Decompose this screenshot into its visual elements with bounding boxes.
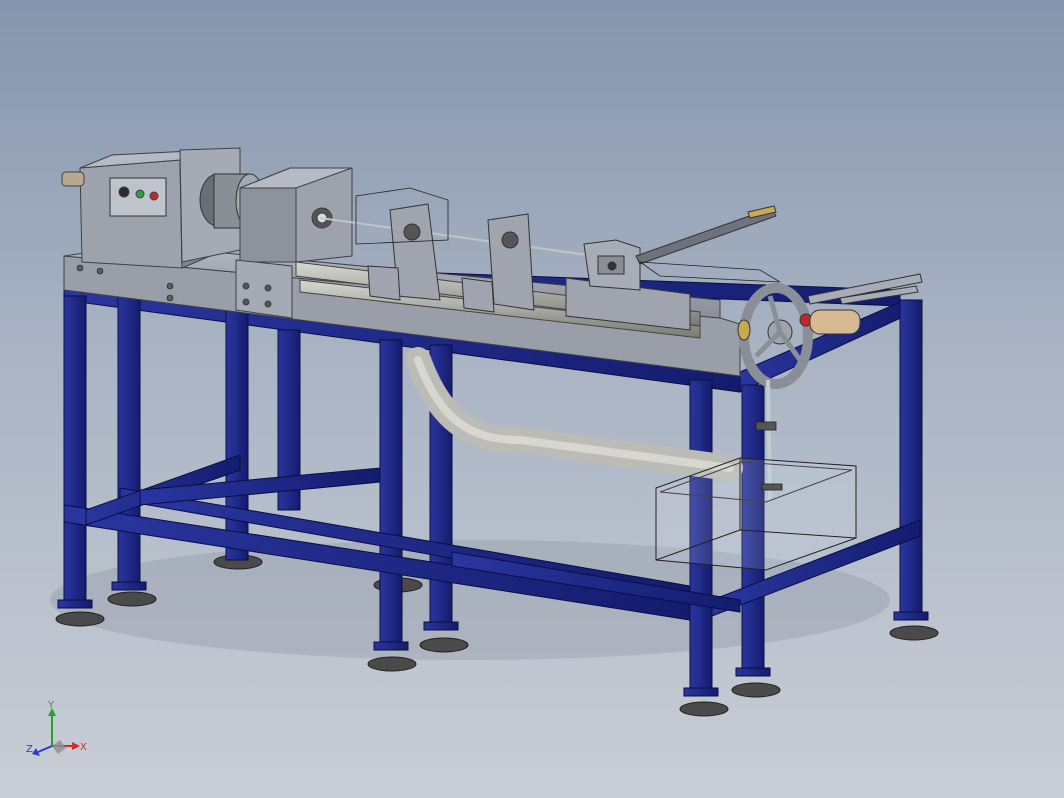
stop-button-icon: [149, 191, 159, 201]
x-axis-arrow-icon: [72, 742, 80, 750]
carriage-block[interactable]: [583, 239, 641, 291]
cad-viewport[interactable]: [0, 0, 1064, 798]
coordinate-triad: Y X Z: [26, 700, 87, 756]
start-button-icon: [135, 189, 145, 199]
y-axis-label: Y: [47, 700, 55, 711]
x-axis-label: X: [80, 742, 87, 753]
upper-rail-arm[interactable]: [635, 205, 777, 265]
drawing-wire: [319, 217, 611, 259]
control-knob-icon: [118, 186, 130, 198]
z-axis-label: Z: [26, 744, 33, 755]
